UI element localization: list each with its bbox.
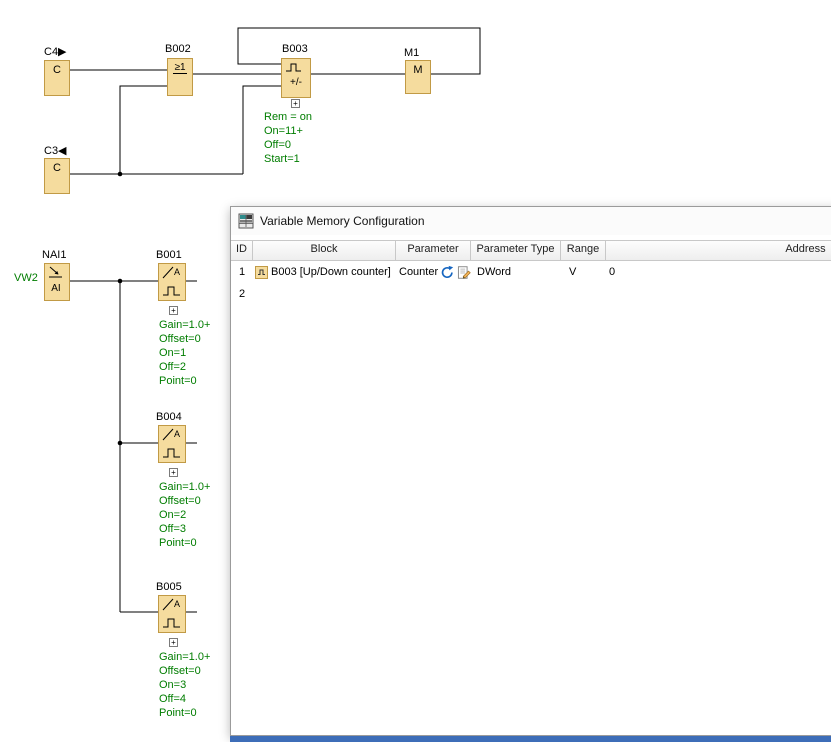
cell-parameter-type: DWord (471, 266, 561, 278)
analog-threshold-icon: A (159, 426, 185, 462)
block-parameter-text: Off=2 (159, 360, 210, 374)
block-parameter-text: Off=0 (264, 138, 312, 152)
parameters-b005: Gain=1.0+ Offset=0 On=3 Off=4 Point=0 (159, 650, 210, 720)
block-label-nai1: NAI1 (42, 249, 66, 261)
column-header-parameter-type[interactable]: Parameter Type (471, 241, 561, 260)
cell-range: V (561, 266, 606, 278)
block-label-c3: C3◀ (44, 144, 67, 157)
block-parameter-text: Point=0 (159, 374, 210, 388)
expand-toggle-b004[interactable]: + (169, 468, 178, 477)
analog-threshold-icon: A (159, 596, 185, 632)
cell-block-text: B003 [Up/Down counter] (271, 266, 391, 278)
block-label-b002: B002 (165, 43, 191, 55)
block-parameter-text: Off=3 (159, 522, 210, 536)
table-row[interactable]: 1 B003 [Up/Down counter] Counter (231, 261, 831, 283)
column-header-address[interactable]: Address (606, 241, 831, 260)
mini-block-icon (255, 266, 268, 279)
cell-id: 1 (231, 266, 253, 278)
block-b003-updown-counter[interactable]: +/- (281, 58, 311, 98)
block-parameter-text: Gain=1.0+ (159, 480, 210, 494)
block-label-b005: B005 (156, 581, 182, 593)
block-label-b004: B004 (156, 411, 182, 423)
window-bottom-edge (230, 736, 831, 742)
dialog-titlebar[interactable]: Variable Memory Configuration (231, 207, 831, 235)
cursor-key-symbol: C (53, 64, 61, 76)
block-parameter-text: Gain=1.0+ (159, 650, 210, 664)
expand-toggle-b001[interactable]: + (169, 306, 178, 315)
flag-symbol: M (413, 64, 422, 76)
block-m1-flag[interactable]: M (405, 60, 431, 94)
block-c3-cursor-key[interactable]: C (44, 158, 70, 194)
block-label-c4: C4▶ (44, 45, 67, 58)
parameters-b003: Rem = on On=11+ Off=0 Start=1 (264, 110, 312, 166)
column-header-range[interactable]: Range (561, 241, 606, 260)
block-label-b003: B003 (282, 43, 308, 55)
analog-input-icon: AI (45, 264, 69, 300)
table-header: ID Block Parameter Parameter Type Range … (231, 240, 831, 261)
cell-parameter-text: Counter (399, 266, 438, 278)
column-header-id[interactable]: ID (231, 241, 253, 260)
block-parameter-text: Off=4 (159, 692, 210, 706)
svg-text:A: A (174, 267, 180, 277)
block-parameter-text: Gain=1.0+ (159, 318, 210, 332)
svg-text:A: A (174, 429, 180, 439)
cell-address[interactable]: 0 (606, 266, 831, 278)
block-parameter-text: Offset=0 (159, 494, 210, 508)
cell-id: 2 (231, 288, 253, 300)
refresh-icon[interactable] (440, 265, 454, 280)
block-parameter-text: On=1 (159, 346, 210, 360)
block-parameter-text: Point=0 (159, 706, 210, 720)
column-header-block[interactable]: Block (253, 241, 396, 260)
parameters-b001: Gain=1.0+ Offset=0 On=1 Off=2 Point=0 (159, 318, 210, 388)
cell-block: B003 [Up/Down counter] (253, 266, 396, 279)
block-b001-analog-threshold-trigger[interactable]: A (158, 263, 186, 301)
edit-icon[interactable] (457, 265, 471, 280)
parameters-b004: Gain=1.0+ Offset=0 On=2 Off=3 Point=0 (159, 480, 210, 550)
pin-address-vw2: VW2 (14, 272, 38, 284)
variable-memory-icon (238, 213, 254, 229)
block-label-b001: B001 (156, 249, 182, 261)
block-parameter-text: On=3 (159, 678, 210, 692)
block-b004-analog-threshold-trigger[interactable]: A (158, 425, 186, 463)
block-b005-analog-threshold-trigger[interactable]: A (158, 595, 186, 633)
column-header-parameter[interactable]: Parameter (396, 241, 471, 260)
block-c4-cursor-key[interactable]: C (44, 60, 70, 96)
expand-toggle-b005[interactable]: + (169, 638, 178, 647)
block-parameter-text: Point=0 (159, 536, 210, 550)
svg-text:+/-: +/- (290, 77, 302, 88)
table-body: 1 B003 [Up/Down counter] Counter (231, 261, 831, 305)
block-parameter-text: On=2 (159, 508, 210, 522)
cell-parameter: Counter (396, 265, 471, 280)
analog-threshold-icon: A (159, 264, 185, 300)
block-parameter-text: Offset=0 (159, 332, 210, 346)
block-b002-or-gate[interactable]: ≥1 (167, 58, 193, 96)
svg-text:AI: AI (51, 283, 60, 294)
block-parameter-text: Rem = on (264, 110, 312, 124)
block-parameter-text: On=11+ (264, 124, 312, 138)
or-gate-symbol: ≥1 (173, 62, 186, 74)
svg-text:A: A (174, 599, 180, 609)
variable-memory-config-window: Variable Memory Configuration ID Block P… (230, 206, 831, 736)
cursor-key-symbol: C (53, 162, 61, 174)
table-row[interactable]: 2 (231, 283, 831, 305)
block-nai1-analog-input[interactable]: AI (44, 263, 70, 301)
block-parameter-text: Offset=0 (159, 664, 210, 678)
updown-counter-icon: +/- (282, 59, 310, 95)
dialog-title: Variable Memory Configuration (260, 214, 425, 228)
expand-toggle-b003[interactable]: + (291, 99, 300, 108)
block-label-m1: M1 (404, 47, 419, 59)
block-parameter-text: Start=1 (264, 152, 312, 166)
